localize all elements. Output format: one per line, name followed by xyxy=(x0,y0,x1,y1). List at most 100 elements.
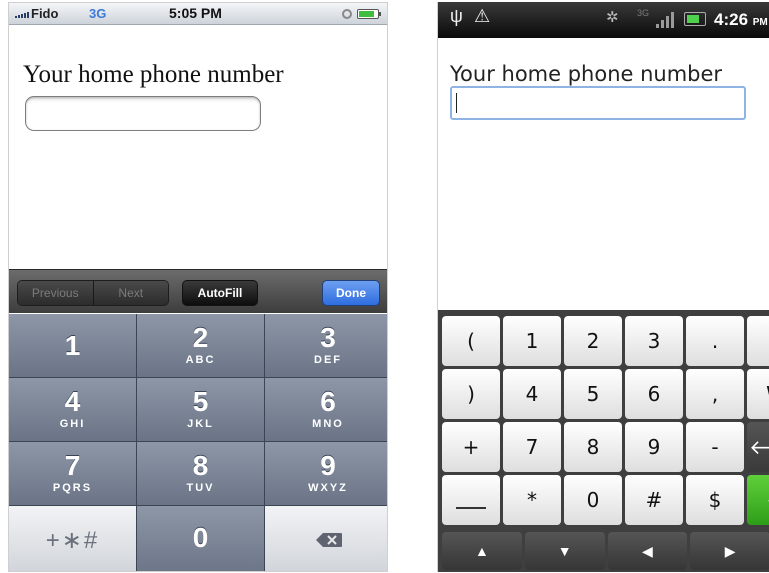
key-digit: 1 xyxy=(64,330,81,361)
signal-strength-icon xyxy=(656,12,674,28)
prev-next-control: Previous Next xyxy=(17,280,169,306)
key-label: 3 xyxy=(647,329,661,353)
symbols-label: +∗# xyxy=(45,527,100,554)
arrow-up-key[interactable]: ▲ xyxy=(442,532,522,570)
key-letters: WXYZ xyxy=(308,482,348,494)
key-digit: 5 xyxy=(192,386,209,417)
key-0[interactable]: 0 xyxy=(564,475,622,525)
keypad-key-6[interactable]: 6 MNO xyxy=(265,378,387,441)
keypad-delete-key[interactable] xyxy=(265,506,387,571)
key-4[interactable]: 4 xyxy=(503,369,561,419)
key-letters: MNO xyxy=(312,418,344,430)
key-dollar[interactable]: $ xyxy=(686,475,744,525)
carrier-name: Fido xyxy=(31,6,59,21)
keypad-key-3[interactable]: 3 DEF xyxy=(265,314,387,377)
key-digit: 7 xyxy=(64,450,81,481)
keypad-key-5[interactable]: 5 JKL xyxy=(137,378,264,441)
android-screen: ψ ⚠ ✲ 3G 4:26 PM Your home phone number … xyxy=(437,2,769,572)
key-w[interactable]: W xyxy=(747,369,769,419)
key-label: 1 xyxy=(525,329,539,353)
key-close-paren[interactable]: ) xyxy=(442,369,500,419)
key-label: 0 xyxy=(586,488,600,512)
iphone-screen: Fido 3G 5:05 PM Your home phone number P… xyxy=(8,2,388,572)
arrow-right-key[interactable]: ▶ xyxy=(690,532,769,570)
usb-icon: ψ xyxy=(450,6,463,26)
keypad-key-2[interactable]: 2 ABC xyxy=(137,314,264,377)
key-digit: 2 xyxy=(192,322,209,353)
key-8[interactable]: 8 xyxy=(564,422,622,472)
battery-level xyxy=(687,15,699,23)
key-digit: 9 xyxy=(320,450,336,481)
android-status-bar: ψ ⚠ ✲ 3G 4:26 PM xyxy=(438,2,769,38)
key-letters: PQRS xyxy=(52,482,93,494)
key-letters: TUV xyxy=(186,482,215,494)
key-5[interactable]: 5 xyxy=(564,369,622,419)
key-label: 8 xyxy=(586,435,600,459)
phone-field-label: Your home phone number xyxy=(23,61,284,88)
battery-icon xyxy=(684,12,706,26)
arrow-left-key[interactable]: ◀ xyxy=(607,532,688,570)
key-2[interactable]: 2 xyxy=(564,316,622,366)
done-button[interactable]: Done xyxy=(322,280,380,306)
key-1[interactable]: 1 xyxy=(503,316,561,366)
form-assistant-toolbar: Previous Next AutoFill Done xyxy=(9,269,387,313)
keypad-key-9[interactable]: 9 WXYZ xyxy=(265,442,387,505)
status-time: 5:05 PM xyxy=(169,5,222,21)
key-hyphen[interactable]: - xyxy=(686,422,744,472)
keypad-key-0[interactable]: 0 xyxy=(137,506,264,571)
key-letters: DEF xyxy=(314,354,342,366)
next-button[interactable]: Next xyxy=(93,281,168,305)
key-comma[interactable]: , xyxy=(686,369,744,419)
key-plus[interactable]: + xyxy=(442,422,500,472)
keypad-key-8[interactable]: 8 TUV xyxy=(137,442,264,505)
key-label: # xyxy=(645,488,663,512)
key-digit: 6 xyxy=(320,386,336,417)
key-label: 2 xyxy=(586,329,600,353)
key-pound[interactable]: # xyxy=(625,475,683,525)
key-label: * xyxy=(527,488,537,512)
battery-icon xyxy=(357,9,381,19)
key-label: $ xyxy=(708,488,722,512)
key-label: , xyxy=(711,382,719,406)
key-open-paren[interactable]: ( xyxy=(442,316,500,366)
backspace-icon xyxy=(316,533,342,547)
network-type: 3G xyxy=(89,6,107,21)
iphone-phone-keypad: 1 2 ABC 3 DEF 4 GHI 5 JKL 6 MNO 7 PQRS 8 TUV 9W… xyxy=(9,314,387,571)
text-cursor xyxy=(456,93,457,113)
space-icon xyxy=(456,507,486,509)
home-phone-input[interactable] xyxy=(25,96,261,131)
home-phone-input[interactable] xyxy=(450,86,746,120)
key-9[interactable]: 9 xyxy=(625,422,683,472)
key-digit: 4 xyxy=(64,386,81,417)
key-letters: ABC xyxy=(185,354,216,366)
space-key[interactable] xyxy=(442,475,500,525)
autofill-button[interactable]: AutoFill xyxy=(182,280,258,306)
keypad-key-1[interactable]: 1 xyxy=(9,314,136,377)
arrow-down-key[interactable]: ▼ xyxy=(524,532,605,570)
key-label: 6 xyxy=(647,382,661,406)
previous-button[interactable]: Previous xyxy=(18,281,94,305)
vibrate-icon: ✲ xyxy=(606,9,619,26)
key-7[interactable]: 7 xyxy=(503,422,561,472)
key-asterisk[interactable]: * xyxy=(503,475,561,525)
backspace-key[interactable]: 🡐 xyxy=(747,422,769,472)
enter-key[interactable]: ↵ xyxy=(747,475,769,525)
phone-field-label: Your home phone number xyxy=(450,62,723,86)
key-label: 7 xyxy=(525,435,539,459)
key-p[interactable]: P xyxy=(747,316,769,366)
warning-icon: ⚠ xyxy=(474,6,491,26)
key-label: - xyxy=(711,435,719,459)
key-label: 5 xyxy=(586,382,600,406)
signal-strength-icon xyxy=(15,12,31,18)
keypad-symbols-key[interactable]: +∗# xyxy=(9,506,136,571)
key-label: ) xyxy=(467,382,475,406)
key-digit: 8 xyxy=(192,450,209,481)
keypad-key-4[interactable]: 4 GHI xyxy=(9,378,136,441)
key-3[interactable]: 3 xyxy=(625,316,683,366)
key-6[interactable]: 6 xyxy=(625,369,683,419)
network-type: 3G xyxy=(637,8,650,18)
keypad-key-7[interactable]: 7 PQRS xyxy=(9,442,136,505)
status-clock: 4:26 xyxy=(714,10,749,29)
key-period[interactable]: . xyxy=(686,316,744,366)
key-label: + xyxy=(462,435,480,459)
